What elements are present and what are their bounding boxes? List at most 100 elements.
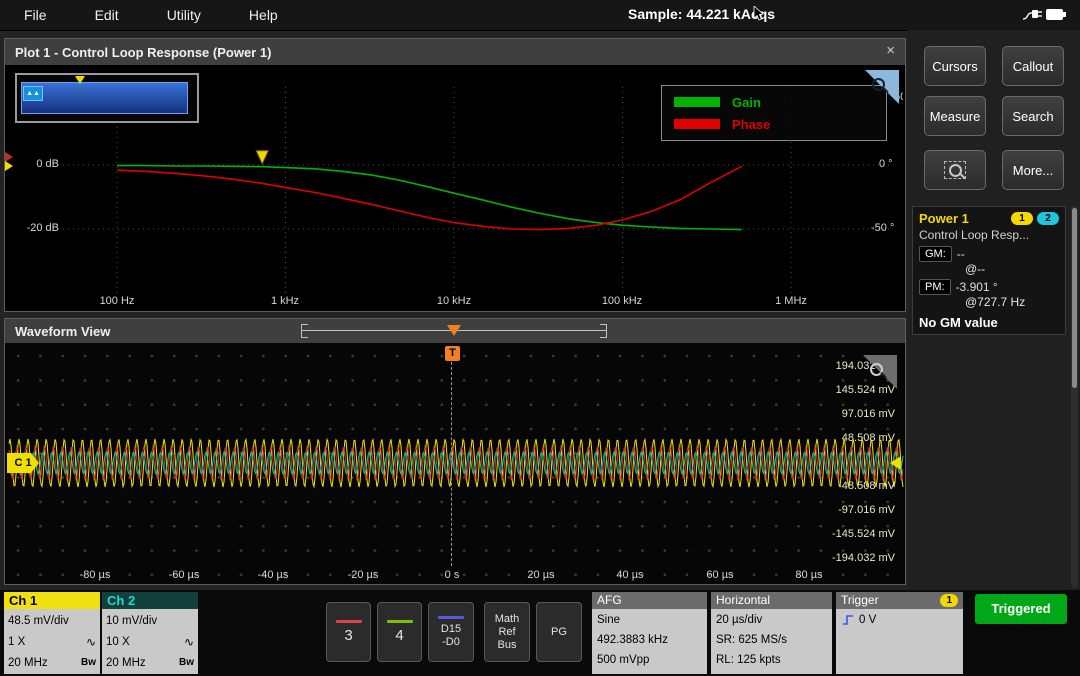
menu-utility[interactable]: Utility	[143, 7, 225, 23]
horizontal-zoom-scrollbar[interactable]	[301, 324, 607, 337]
wave-xtick-4: 0 s	[445, 569, 460, 581]
acquisition-overview-thumbnail[interactable]: ▲▲	[15, 73, 199, 123]
menu-file[interactable]: File	[0, 7, 71, 23]
horizontal-title: Horizontal	[716, 592, 770, 609]
wave-ytick-3: 48.508 mV	[842, 432, 895, 444]
channel2-badge[interactable]: Ch 2 10 mV/div 10 X∿ 20 MHzBw	[102, 592, 198, 674]
trigger-position-marker-icon[interactable]	[447, 325, 461, 336]
digital-channels-button[interactable]: D15 -D0	[428, 602, 474, 662]
pm-label: PM:	[919, 279, 951, 295]
plot1-header[interactable]: Plot 1 - Control Loop Response (Power 1)…	[5, 39, 905, 66]
trigger-level-arrow[interactable]	[890, 456, 901, 470]
power-plug-cord	[1023, 13, 1033, 19]
menu-help[interactable]: Help	[225, 7, 302, 23]
coupling-sine-icon: ∿	[86, 635, 96, 649]
waveform-plot-area[interactable]: T C 1 194.032 mV 145.524 mV 97.016 mV 48…	[5, 343, 905, 584]
channel4-color-line	[387, 620, 413, 623]
channel2-bandwidth: 20 MHz	[106, 657, 146, 669]
gm-row: GM: --	[919, 246, 1059, 262]
wave-xtick-5: 20 µs	[527, 569, 554, 581]
bode-legend: Gain Phase	[661, 85, 887, 141]
bode-xtick-100hz: 100 Hz	[82, 295, 152, 307]
digital-color-line	[438, 616, 464, 619]
triggered-status: Triggered	[975, 594, 1067, 624]
power1-tab-2[interactable]: 2	[1037, 212, 1059, 225]
pg-button[interactable]: PG	[536, 602, 582, 662]
power1-measurement-badge[interactable]: Power 1 1 2 Control Loop Resp... GM: -- …	[912, 206, 1066, 335]
wave-ytick-4: -48.508 mV	[838, 480, 895, 492]
pm-at-value: @727.7 Hz	[965, 295, 1059, 309]
right-sidebar: Cursors Callout Measure Search More... P…	[908, 30, 1080, 590]
menu-edit[interactable]: Edit	[71, 7, 143, 23]
wave-ytick-2: 97.016 mV	[842, 408, 895, 420]
scrollbar-left-bracket[interactable]	[301, 324, 308, 338]
bode-xtick-1mhz: 1 MHz	[756, 295, 826, 307]
bus-label: Bus	[498, 639, 517, 651]
callout-button[interactable]: Callout	[1002, 46, 1064, 86]
gm-value: --	[957, 247, 965, 261]
bode-magnifier-icon[interactable]	[872, 78, 885, 91]
afg-badge[interactable]: AFG Sine 492.3883 kHz 500 mVpp	[592, 592, 707, 674]
ref-label: Ref	[498, 626, 515, 638]
waveform-title: Waveform View	[5, 324, 110, 339]
channel2-attenuation: 10 X	[106, 636, 130, 648]
horizontal-sample-rate: SR: 625 MS/s	[716, 630, 827, 650]
afg-frequency: 492.3883 kHz	[597, 630, 702, 650]
power1-subtitle: Control Loop Resp...	[919, 228, 1059, 242]
waveform-header: Waveform View	[5, 319, 905, 344]
trigger-level: 0 V	[859, 610, 876, 630]
plot1-title: Plot 1 - Control Loop Response (Power 1)	[5, 45, 271, 60]
pm-row: PM: -3.901 °	[919, 279, 1059, 295]
measure-button[interactable]: Measure	[924, 96, 986, 136]
search-button[interactable]: Search	[1002, 96, 1064, 136]
channel1-settings: 48.5 mV/div 1 X∿ 20 MHzBw	[4, 609, 100, 674]
bandwidth-limit-icon: Bw	[179, 657, 194, 668]
phase-swatch	[674, 119, 720, 129]
wave-magnifier-icon[interactable]	[870, 363, 883, 376]
wave-ytick-6: -145.524 mV	[832, 528, 895, 540]
trigger-flag[interactable]: T	[445, 346, 460, 361]
scrollbar-right-bracket[interactable]	[600, 324, 607, 338]
trigger-badge[interactable]: Trigger 1 0 V	[836, 592, 963, 674]
bottom-bar: Ch 1 48.5 mV/div 1 X∿ 20 MHzBw Ch 2 10 m…	[0, 590, 1080, 676]
math-ref-bus-button[interactable]: Math Ref Bus	[484, 602, 530, 662]
channel1-attenuation: 1 X	[8, 636, 25, 648]
legend-row-phase: Phase	[674, 117, 874, 132]
waveform-chart	[5, 343, 905, 584]
pm-value: -3.901 °	[956, 280, 998, 294]
channel1-name: Ch 1	[4, 592, 100, 609]
wave-xtick-2: -40 µs	[258, 569, 289, 581]
channel1-badge[interactable]: Ch 1 48.5 mV/div 1 X∿ 20 MHzBw	[4, 592, 100, 674]
wave-ytick-7: -194.032 mV	[832, 552, 895, 564]
legend-row-gain: Gain	[674, 95, 874, 110]
channel3-label: 3	[344, 627, 352, 644]
channel3-button[interactable]: 3	[326, 602, 371, 662]
digital-label-bottom: -D0	[442, 636, 460, 648]
gm-label: GM:	[919, 246, 952, 262]
trigger-position-line	[451, 362, 452, 566]
rising-edge-icon	[841, 613, 855, 627]
bode-plot-area[interactable]: ▲▲ 0 dB -20 dB 50 ° 0 ° -50 ° 100 Hz 1 k…	[5, 65, 905, 311]
pg-label: PG	[551, 626, 567, 639]
overview-trigger-tick	[75, 76, 85, 84]
overview-markers-icon: ▲▲	[23, 86, 43, 101]
gm-at-value: @--	[965, 262, 1059, 276]
wave-ytick-5: -97.016 mV	[838, 504, 895, 516]
zoom-select-button[interactable]	[924, 150, 986, 190]
channel4-button[interactable]: 4	[377, 602, 422, 662]
sidebar-scrollbar[interactable]	[1071, 206, 1078, 588]
power1-tab-1[interactable]: 1	[1011, 212, 1033, 225]
plot1-panel: Plot 1 - Control Loop Response (Power 1)…	[4, 38, 906, 312]
math-label: Math	[495, 613, 519, 625]
trigger-source-pill: 1	[940, 594, 958, 607]
more-button[interactable]: More...	[1002, 150, 1064, 190]
horizontal-badge[interactable]: Horizontal 20 µs/div SR: 625 MS/s RL: 12…	[711, 592, 832, 674]
bode-ytick-m50deg: -50 °	[871, 222, 894, 234]
sidebar-scrollbar-thumb[interactable]	[1072, 208, 1077, 388]
bode-ytick-0db: 0 dB	[13, 158, 59, 170]
bode-xtick-100khz: 100 kHz	[587, 295, 657, 307]
waveform-panel: Waveform View T C 1 194.032 mV 145.524 m…	[4, 318, 906, 585]
channel2-name: Ch 2	[102, 592, 198, 609]
cursors-button[interactable]: Cursors	[924, 46, 986, 86]
plot1-close-button[interactable]: ×	[886, 42, 895, 59]
